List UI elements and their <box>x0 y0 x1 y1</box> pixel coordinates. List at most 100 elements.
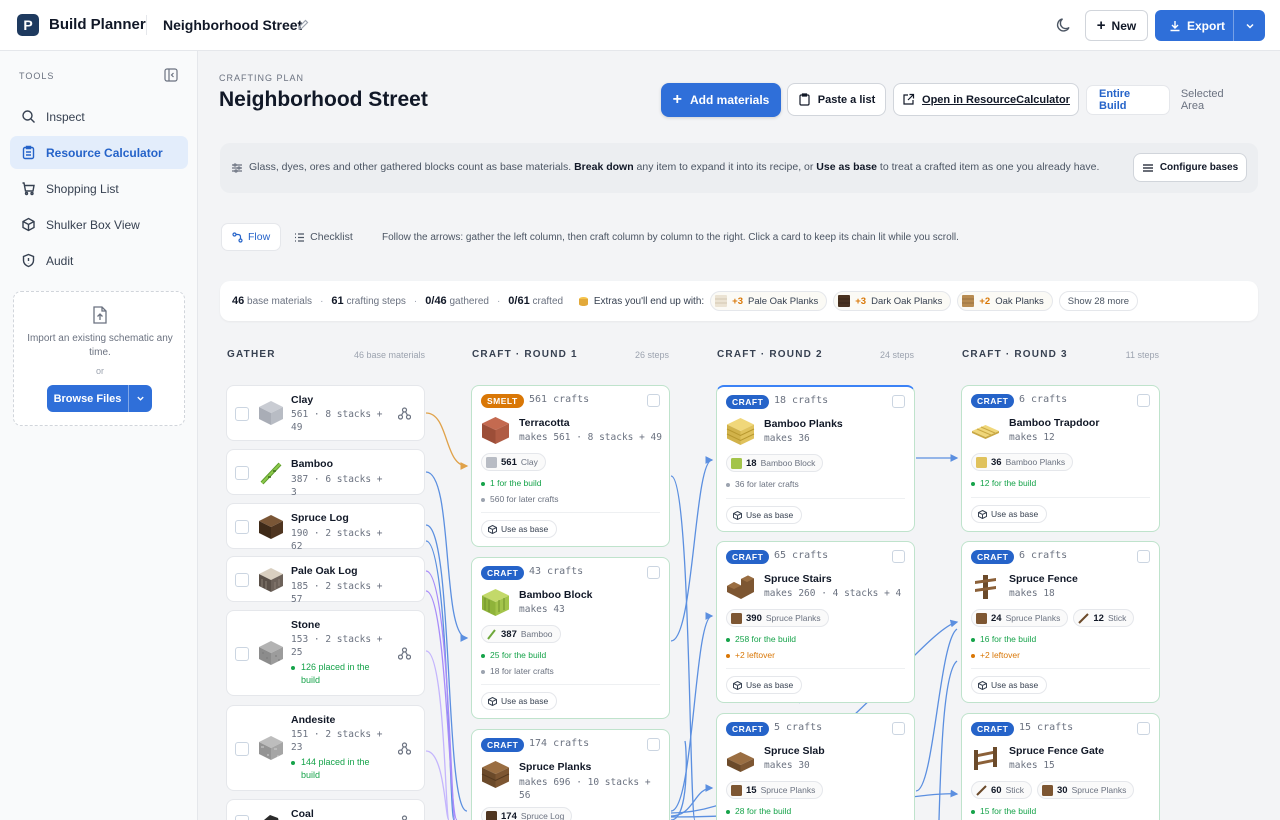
input-item: Clay <box>520 457 538 467</box>
gather-checkbox[interactable] <box>235 520 249 534</box>
gather-card-coal[interactable]: Coal <box>226 799 425 820</box>
use-as-base-button[interactable]: Use as base <box>726 506 803 524</box>
input-chip[interactable]: 36 Bamboo Planks <box>971 453 1074 471</box>
use-as-base-button[interactable]: Use as base <box>726 676 803 694</box>
extra-chip[interactable]: +3 Dark Oak Planks <box>833 291 952 311</box>
extra-name: Pale Oak Planks <box>748 295 819 307</box>
usage-note: 258 for the build <box>726 634 796 644</box>
gather-checkbox[interactable] <box>235 742 249 756</box>
craft-card-spruce-stairs[interactable]: CRAFT 65 crafts Spruce Stairs makes 260 … <box>716 541 915 703</box>
gather-quantity: 185 · 2 stacks + 57 <box>291 581 383 605</box>
sidebar-item-resource-calculator[interactable]: Resource Calculator <box>10 136 188 169</box>
gather-card-bamboo[interactable]: Bamboo 387 · 6 stacks + 3 <box>226 449 425 498</box>
craft-checkbox[interactable] <box>1137 550 1150 563</box>
craft-checkbox[interactable] <box>892 550 905 563</box>
craft-card-spruce-fence[interactable]: CRAFT 6 crafts Spruce Fence makes 18 24 … <box>961 541 1160 703</box>
show-more-extras-button[interactable]: Show 28 more <box>1058 291 1139 311</box>
recipe-tree-icon[interactable] <box>398 647 411 660</box>
column-sub-round1: 26 steps <box>634 350 669 360</box>
input-chip[interactable]: 387 Bamboo <box>481 625 561 643</box>
document-title[interactable]: Neighborhood Street <box>163 17 302 33</box>
sidebar-item-audit[interactable]: Audit <box>10 244 188 277</box>
input-chip[interactable]: 30 Spruce Planks <box>1037 781 1135 799</box>
craft-checkbox[interactable] <box>892 722 905 735</box>
craft-checkbox[interactable] <box>1137 394 1150 407</box>
sidebar-item-shulker-box-view[interactable]: Shulker Box View <box>10 208 188 241</box>
input-chip[interactable]: 390 Spruce Planks <box>726 609 829 627</box>
stick-icon <box>976 784 987 796</box>
craft-card-spruce-slab[interactable]: CRAFT 5 crafts Spruce Slab makes 30 15 S… <box>716 713 915 820</box>
gather-card-stone[interactable]: Stone 153 · 2 stacks + 25 126 placed in … <box>226 610 425 696</box>
column-sub-gather: 46 base materials <box>353 350 425 360</box>
import-dropzone[interactable]: Import an existing schematic any time. o… <box>13 291 185 426</box>
gather-card-pale-oak-log[interactable]: Pale Oak Log 185 · 2 stacks + 57 <box>226 556 425 605</box>
gather-checkbox[interactable] <box>235 573 249 587</box>
oak-planks-icon <box>962 295 975 307</box>
scope-selected-area[interactable]: Selected Area <box>1169 86 1257 114</box>
input-chip[interactable]: 60 Stick <box>971 781 1032 799</box>
use-as-base-button[interactable]: Use as base <box>481 520 558 538</box>
tab-flow[interactable]: Flow <box>222 224 281 250</box>
craft-checkbox[interactable] <box>892 395 905 408</box>
craft-checkbox[interactable] <box>647 394 660 407</box>
recipe-tree-icon[interactable] <box>398 407 411 420</box>
export-dropdown-toggle[interactable] <box>1233 10 1265 41</box>
gather-card-clay[interactable]: Clay 561 · 8 stacks + 49 <box>226 385 425 441</box>
gather-card-andesite[interactable]: Andesite 151 · 2 stacks + 23 144 placed … <box>226 705 425 791</box>
craft-card-bamboo-block[interactable]: CRAFT 43 crafts Bamboo Block makes 43 38… <box>471 557 670 719</box>
new-button[interactable]: + New <box>1085 10 1148 41</box>
input-item: Spruce Planks <box>1005 613 1061 623</box>
gather-checkbox[interactable] <box>235 647 249 661</box>
input-chip[interactable]: 12 Stick <box>1073 609 1135 627</box>
use-as-base-button[interactable]: Use as base <box>481 692 558 710</box>
craft-card-terracotta[interactable]: SMELT 561 crafts Terracotta makes 561 · … <box>471 385 670 547</box>
gather-checkbox[interactable] <box>235 466 249 480</box>
gather-checkbox[interactable] <box>235 815 249 820</box>
recipe-tree-icon[interactable] <box>398 815 411 820</box>
moon-icon[interactable] <box>1054 15 1074 35</box>
craft-checkbox[interactable] <box>647 738 660 751</box>
use-as-base-button[interactable]: Use as base <box>971 505 1048 523</box>
craft-card-bamboo-planks[interactable]: CRAFT 18 crafts Bamboo Planks makes 36 1… <box>716 385 915 532</box>
sidebar-item-inspect[interactable]: Inspect <box>10 100 188 133</box>
pencil-icon[interactable] <box>297 18 309 32</box>
input-chip[interactable]: 24 Spruce Planks <box>971 609 1069 627</box>
tab-checklist[interactable]: Checklist <box>284 224 363 250</box>
input-chip[interactable]: 15 Spruce Planks <box>726 781 824 799</box>
sidebar-item-label: Shulker Box View <box>46 217 140 232</box>
browse-dropdown-toggle[interactable] <box>128 385 152 412</box>
input-chip[interactable]: 561 Clay <box>481 453 546 471</box>
input-chip[interactable]: 18 Bamboo Block <box>726 454 824 472</box>
use-as-base-button[interactable]: Use as base <box>971 676 1048 694</box>
craft-card-spruce-fence-gate[interactable]: CRAFT 15 crafts Spruce Fence Gate makes … <box>961 713 1160 820</box>
recipe-tree-icon[interactable] <box>398 742 411 755</box>
export-button[interactable]: Export <box>1155 10 1265 41</box>
extra-chip[interactable]: +2 Oak Planks <box>957 291 1053 311</box>
extra-qty: +3 <box>732 295 744 307</box>
sidebar-item-shopping-list[interactable]: Shopping List <box>10 172 188 205</box>
gather-name: Stone <box>291 619 321 631</box>
browse-files-button[interactable]: Browse Files <box>47 385 152 412</box>
scope-entire-build[interactable]: Entire Build <box>1087 86 1169 114</box>
gather-quantity: 153 · 2 stacks + 25 <box>291 634 383 658</box>
gather-checkbox[interactable] <box>235 407 249 421</box>
input-count: 12 <box>1093 612 1104 624</box>
craft-checkbox[interactable] <box>1137 722 1150 735</box>
craft-card-bamboo-trapdoor[interactable]: CRAFT 6 crafts Bamboo Trapdoor makes 12 … <box>961 385 1160 532</box>
placed-in-build: 144 placed in the build <box>291 756 381 782</box>
export-main[interactable]: Export <box>1155 10 1233 41</box>
browse-files-label[interactable]: Browse Files <box>47 393 128 405</box>
paste-list-button[interactable]: Paste a list <box>787 83 886 116</box>
input-item: Bamboo Planks <box>1005 457 1066 467</box>
header-divider <box>146 15 147 35</box>
extra-chip[interactable]: +3 Pale Oak Planks <box>710 291 828 311</box>
open-resource-calculator-link[interactable]: Open in ResourceCalculator <box>893 83 1079 116</box>
craft-checkbox[interactable] <box>647 566 660 579</box>
craft-card-spruce-planks[interactable]: CRAFT 174 crafts Spruce Planks makes 696… <box>471 729 670 820</box>
gather-card-spruce-log[interactable]: Spruce Log 190 · 2 stacks + 62 <box>226 503 425 552</box>
input-count: 390 <box>746 612 762 624</box>
sidebar-collapse-icon[interactable] <box>164 68 178 82</box>
configure-bases-button[interactable]: Configure bases <box>1133 153 1247 182</box>
input-chip[interactable]: 174 Spruce Log <box>481 807 573 820</box>
add-materials-button[interactable]: + Add materials <box>661 83 781 117</box>
